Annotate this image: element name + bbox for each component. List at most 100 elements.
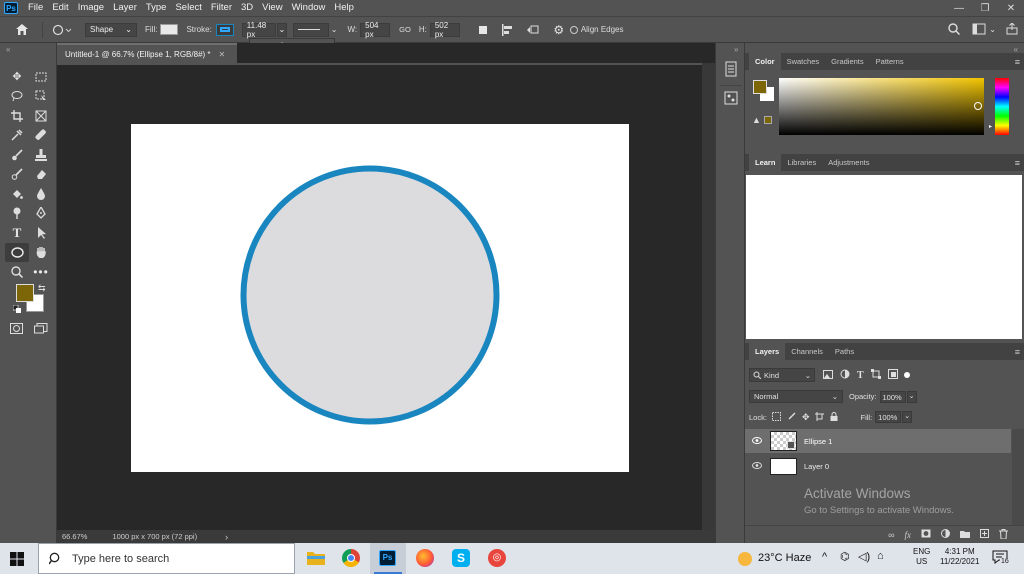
filter-toggle[interactable] <box>903 372 910 378</box>
layer-name[interactable]: Ellipse 1 <box>804 437 832 446</box>
workspace-icon[interactable] <box>972 23 986 35</box>
layer-row-ellipse[interactable]: Ellipse 1 <box>745 429 1011 453</box>
healing-brush-tool-icon[interactable] <box>29 126 53 146</box>
tab-learn[interactable]: Learn <box>749 154 782 171</box>
tool-mode-select[interactable]: Shape ⌄ <box>85 22 137 37</box>
lock-transparent-icon[interactable] <box>771 411 781 423</box>
menu-edit[interactable]: Edit <box>52 2 68 13</box>
tab-patterns[interactable]: Patterns <box>870 53 910 70</box>
menu-view[interactable]: View <box>262 2 282 13</box>
lasso-tool-icon[interactable] <box>5 87 29 107</box>
menu-layer[interactable]: Layer <box>113 2 137 13</box>
tab-libraries[interactable]: Libraries <box>781 154 822 171</box>
hand-tool-icon[interactable] <box>29 243 53 263</box>
crop-tool-icon[interactable] <box>5 106 29 126</box>
volume-icon[interactable]: ◁) <box>858 550 870 563</box>
pixel-filter-icon[interactable] <box>823 369 833 381</box>
search-icon[interactable] <box>948 23 960 35</box>
menu-type[interactable]: Type <box>146 2 167 13</box>
dodge-tool-icon[interactable] <box>5 204 29 224</box>
blur-tool-icon[interactable] <box>29 184 53 204</box>
paint-bucket-tool-icon[interactable] <box>5 184 29 204</box>
in-gamut-swatch[interactable] <box>764 116 772 124</box>
taskbar-search-box[interactable]: Type here to search <box>38 543 295 574</box>
skype-icon[interactable]: S <box>452 549 470 567</box>
menu-file[interactable]: File <box>28 2 43 13</box>
tab-paths[interactable]: Paths <box>829 343 860 360</box>
smart-object-filter-icon[interactable] <box>887 369 898 381</box>
stroke-type-select[interactable] <box>292 22 329 37</box>
close-button[interactable]: ✕ <box>998 3 1024 14</box>
frame-tool-icon[interactable] <box>29 106 53 126</box>
tab-gradients[interactable]: Gradients <box>825 53 870 70</box>
type-tool-icon[interactable]: T <box>5 223 29 243</box>
width-input[interactable]: 504 px <box>360 21 391 39</box>
ellipse-shape-layer[interactable] <box>131 124 629 472</box>
taskbar-photoshop-active[interactable]: Ps <box>370 543 406 574</box>
chevron-down-icon[interactable]: ⌄ <box>989 25 996 34</box>
notifications-icon[interactable]: 16 <box>992 550 1010 566</box>
layer-row-layer0[interactable]: Layer 0 <box>745 454 1011 478</box>
hue-slider[interactable] <box>995 78 1009 135</box>
restore-button[interactable]: ❐ <box>972 3 998 14</box>
lock-all-icon[interactable] <box>830 411 838 423</box>
type-filter-icon[interactable]: T <box>857 370 864 381</box>
visibility-eye-icon[interactable] <box>752 436 762 446</box>
default-colors-icon[interactable] <box>12 304 21 313</box>
network-icon[interactable]: ⌂ <box>877 550 884 562</box>
firefox-icon[interactable] <box>416 549 434 567</box>
brush-tool-icon[interactable] <box>5 145 29 165</box>
status-menu-arrow[interactable]: › <box>225 532 228 542</box>
tab-channels[interactable]: Channels <box>785 343 829 360</box>
menu-help[interactable]: Help <box>334 2 354 13</box>
close-tab-icon[interactable]: ✕ <box>219 50 226 59</box>
more-tools-icon[interactable]: ••• <box>29 262 53 282</box>
tab-adjustments[interactable]: Adjustments <box>822 154 875 171</box>
marquee-tool-icon[interactable] <box>29 67 53 87</box>
new-layer-icon[interactable] <box>980 529 989 540</box>
hue-slider-handle[interactable]: ▸ <box>989 123 992 130</box>
menu-3d[interactable]: 3D <box>241 2 253 13</box>
menu-select[interactable]: Select <box>175 2 201 13</box>
menu-filter[interactable]: Filter <box>211 2 232 13</box>
chevron-up-icon[interactable]: ^ <box>822 551 827 563</box>
weather-text[interactable]: 23°C Haze <box>758 552 811 564</box>
link-dimensions-icon[interactable]: GO <box>399 25 411 34</box>
menu-image[interactable]: Image <box>78 2 104 13</box>
screen-mode-icon[interactable] <box>34 323 48 336</box>
align-edges-checkbox[interactable] <box>569 25 578 34</box>
color-picker-handle[interactable] <box>974 102 982 110</box>
foreground-color-swatch[interactable] <box>16 284 34 302</box>
canvas[interactable] <box>131 124 629 472</box>
object-selection-tool-icon[interactable] <box>29 87 53 107</box>
layer-filter-select[interactable]: Kind ⌄ <box>749 368 815 382</box>
clock[interactable]: 4:31 PM 11/22/2021 <box>940 547 979 567</box>
swap-colors-icon[interactable]: ⇆ <box>38 283 46 294</box>
path-arrangement-icon[interactable] <box>524 24 540 36</box>
add-mask-icon[interactable] <box>921 529 931 540</box>
home-icon[interactable] <box>8 23 36 36</box>
stroke-width-input[interactable]: 11.48 px <box>241 21 276 39</box>
history-panel-icon[interactable] <box>724 61 738 79</box>
visibility-eye-icon[interactable] <box>752 461 762 471</box>
minimize-button[interactable]: — <box>946 3 972 14</box>
gear-icon[interactable]: ⚙ <box>552 23 566 37</box>
fill-opacity-input[interactable]: 100% <box>875 411 902 423</box>
collapse-panel-icon[interactable]: « <box>6 45 10 54</box>
lock-artboard-icon[interactable] <box>815 411 825 423</box>
language-indicator[interactable]: ENG US <box>913 547 930 567</box>
tab-color[interactable]: Color <box>749 53 781 70</box>
tab-layers[interactable]: Layers <box>749 343 786 360</box>
path-operations-icon[interactable] <box>476 25 490 35</box>
zoom-level[interactable]: 66.67% <box>62 532 87 541</box>
link-layers-icon[interactable]: ∞ <box>888 530 894 540</box>
lock-image-icon[interactable] <box>787 412 796 423</box>
file-explorer-icon[interactable] <box>307 550 325 568</box>
chevron-down-icon[interactable]: ⌄ <box>331 25 338 34</box>
panel-menu-icon[interactable]: ≡ <box>1015 158 1020 168</box>
chrome-icon[interactable] <box>342 549 360 567</box>
lock-position-icon[interactable]: ✥ <box>802 412 810 423</box>
clone-stamp-tool-icon[interactable] <box>29 145 53 165</box>
fill-opacity-dropdown[interactable]: ⌄ <box>902 411 913 423</box>
tray-icon[interactable]: ⌬ <box>840 550 850 563</box>
